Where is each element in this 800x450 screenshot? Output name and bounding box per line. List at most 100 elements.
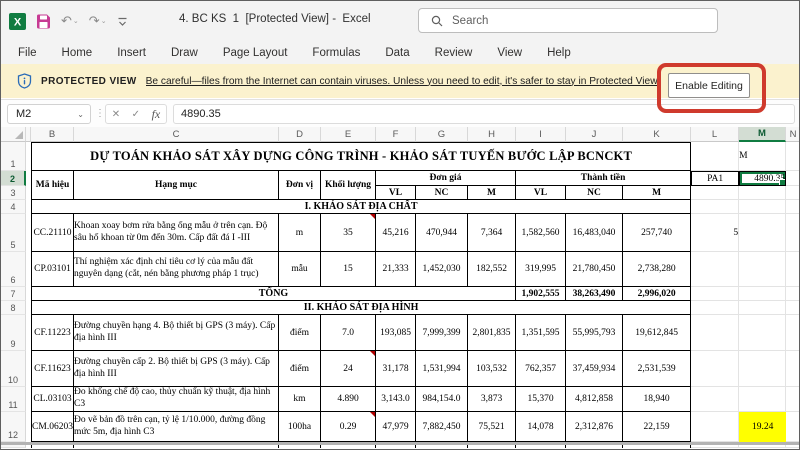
column-header-g[interactable]: G: [416, 127, 468, 142]
empty-cell[interactable]: [739, 387, 787, 412]
item-amount-m-cell[interactable]: 2,531,539: [623, 351, 692, 387]
item-quantity-cell[interactable]: 15: [321, 252, 376, 287]
item-unit-cell[interactable]: điểm: [279, 315, 321, 351]
empty-cell[interactable]: [739, 287, 787, 301]
column-header-c[interactable]: C: [74, 127, 279, 142]
protected-view-message-link[interactable]: Be careful—files from the Internet can c…: [146, 76, 660, 87]
row-header-9[interactable]: 9: [1, 315, 26, 351]
item-unitprice-m-cell[interactable]: 2,801,835: [468, 315, 516, 351]
empty-cell[interactable]: [786, 412, 799, 442]
empty-cell[interactable]: [691, 287, 740, 301]
row-header-10[interactable]: 10: [1, 351, 26, 387]
header-vl[interactable]: VL: [516, 186, 566, 200]
header-vl[interactable]: VL: [376, 186, 416, 200]
undo-icon[interactable]: ↶ ⌄: [61, 13, 79, 29]
item-unitprice-nc-cell[interactable]: 7,882,450: [416, 412, 468, 442]
item-amount-m-cell[interactable]: 2,738,280: [623, 252, 692, 287]
item-description-cell[interactable]: Đo vẽ bản đồ trên cạn, tỷ lệ 1/10.000, đ…: [74, 412, 279, 442]
column-header-m[interactable]: M: [739, 127, 786, 142]
item-code-cell[interactable]: CL.03103: [31, 387, 74, 412]
item-unitprice-nc-cell[interactable]: 984,154.0: [416, 387, 468, 412]
empty-cell[interactable]: [786, 351, 799, 387]
column-header-n[interactable]: N: [786, 127, 799, 142]
empty-cell[interactable]: [691, 200, 740, 214]
side-note-cell[interactable]: 5: [691, 214, 740, 252]
empty-cell[interactable]: [739, 351, 787, 387]
item-amount-vl-cell[interactable]: 15,370: [516, 387, 566, 412]
highlighted-cell-m12[interactable]: 19.24: [739, 412, 787, 442]
empty-cell[interactable]: [739, 252, 787, 287]
empty-cell[interactable]: [786, 287, 799, 301]
active-cell-m2[interactable]: 4890.35: [739, 171, 787, 186]
empty-cell[interactable]: [691, 142, 740, 171]
header-don-gia[interactable]: Đơn giá: [376, 171, 516, 186]
item-unitprice-vl-cell[interactable]: 47,979: [376, 412, 416, 442]
item-unitprice-m-cell[interactable]: 103,532: [468, 351, 516, 387]
cell-col-a[interactable]: [26, 186, 31, 200]
item-description-cell[interactable]: Đường chuyền cấp 2. Bộ thiết bị GPS (3 m…: [74, 351, 279, 387]
item-amount-nc-cell[interactable]: 21,780,450: [566, 252, 623, 287]
item-unitprice-nc-cell[interactable]: 1,531,994: [416, 351, 468, 387]
empty-cell[interactable]: [786, 186, 799, 200]
item-unitprice-m-cell[interactable]: 182,552: [468, 252, 516, 287]
header-m[interactable]: M: [623, 186, 692, 200]
empty-cell[interactable]: [691, 387, 740, 412]
item-amount-nc-cell[interactable]: 37,459,934: [566, 351, 623, 387]
menu-tab-view[interactable]: View: [497, 47, 522, 59]
column-header-d[interactable]: D: [279, 127, 321, 142]
item-amount-vl-cell[interactable]: 1,351,595: [516, 315, 566, 351]
item-unit-cell[interactable]: km: [279, 387, 321, 412]
pa1-cell[interactable]: PA1: [691, 171, 740, 186]
menu-tab-insert[interactable]: Insert: [117, 47, 146, 59]
menu-tab-formulas[interactable]: Formulas: [312, 47, 360, 59]
item-unitprice-m-cell[interactable]: 75,521: [468, 412, 516, 442]
item-unitprice-nc-cell[interactable]: 1,452,030: [416, 252, 468, 287]
empty-cell[interactable]: [786, 301, 799, 315]
item-code-cell[interactable]: CC.21110: [31, 214, 74, 252]
empty-cell[interactable]: [691, 301, 740, 315]
menu-tab-home[interactable]: Home: [62, 47, 93, 59]
column-header-i[interactable]: I: [516, 127, 566, 142]
item-quantity-cell[interactable]: 24: [321, 351, 376, 387]
item-amount-vl-cell[interactable]: 762,357: [516, 351, 566, 387]
header-nc[interactable]: NC: [416, 186, 468, 200]
empty-cell[interactable]: [739, 214, 787, 252]
item-description-cell[interactable]: Thí nghiệm xác định chỉ tiêu cơ lý của m…: [74, 252, 279, 287]
item-amount-vl-cell[interactable]: 319,995: [516, 252, 566, 287]
header-ma-hieu[interactable]: Mã hiệu: [31, 171, 74, 200]
empty-cell[interactable]: [691, 351, 740, 387]
empty-cell[interactable]: [786, 315, 799, 351]
enable-editing-button[interactable]: Enable Editing: [668, 73, 750, 98]
name-box[interactable]: M2 ⌄: [7, 104, 91, 124]
item-unitprice-nc-cell[interactable]: 7,999,399: [416, 315, 468, 351]
cancel-icon[interactable]: ✕: [112, 109, 120, 120]
column-header-h[interactable]: H: [468, 127, 516, 142]
empty-cell[interactable]: [691, 186, 740, 200]
item-amount-vl-cell[interactable]: 14,078: [516, 412, 566, 442]
item-amount-vl-cell[interactable]: 1,582,560: [516, 214, 566, 252]
empty-cell[interactable]: [786, 252, 799, 287]
item-unit-cell[interactable]: điểm: [279, 351, 321, 387]
column-header-k[interactable]: K: [623, 127, 691, 142]
item-unitprice-vl-cell[interactable]: 21,333: [376, 252, 416, 287]
customize-quick-access-icon[interactable]: [117, 16, 128, 27]
row-header-8[interactable]: 8: [1, 301, 26, 315]
item-unit-cell[interactable]: m: [279, 214, 321, 252]
item-amount-m-cell[interactable]: 19,612,845: [623, 315, 692, 351]
column-header-f[interactable]: F: [376, 127, 416, 142]
empty-cell[interactable]: [691, 252, 740, 287]
item-unitprice-vl-cell[interactable]: 3,143.0: [376, 387, 416, 412]
menu-tab-review[interactable]: Review: [435, 47, 473, 59]
total-nc-cell[interactable]: 38,263,490: [566, 287, 623, 301]
section-1-header[interactable]: I. KHẢO SÁT ĐỊA CHẤT: [31, 200, 692, 214]
item-amount-nc-cell[interactable]: 16,483,040: [566, 214, 623, 252]
enter-icon[interactable]: ✓: [132, 109, 140, 120]
empty-cell[interactable]: [739, 200, 787, 214]
row-header-11[interactable]: 11: [1, 387, 26, 412]
row-header-2[interactable]: 2: [1, 171, 26, 186]
item-unit-cell[interactable]: mẫu: [279, 252, 321, 287]
empty-cell[interactable]: [786, 171, 799, 186]
empty-cell[interactable]: [691, 412, 740, 442]
empty-cell[interactable]: [786, 142, 799, 171]
empty-cell[interactable]: [739, 301, 787, 315]
